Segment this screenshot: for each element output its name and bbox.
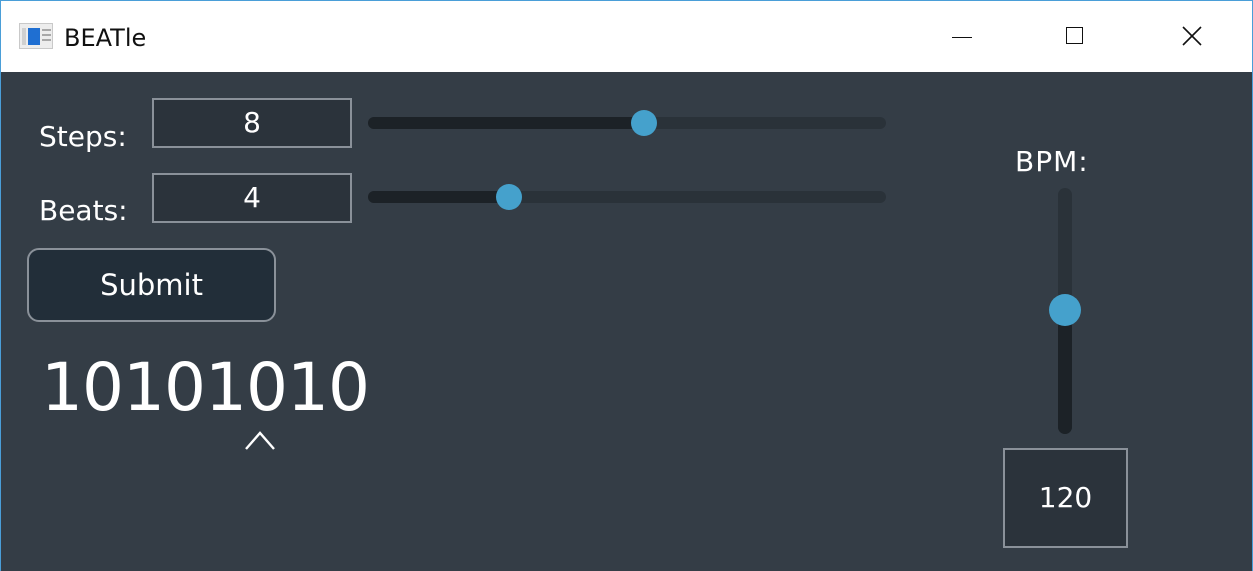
current-step-marker <box>245 431 275 450</box>
bpm-slider-thumb[interactable] <box>1049 294 1081 326</box>
maximize-icon <box>1066 27 1083 44</box>
app-window: BEATle Steps: 8 Beats: 4 Submit 10101010… <box>0 0 1253 571</box>
beats-slider-thumb[interactable] <box>496 184 522 210</box>
main-panel: Steps: 8 Beats: 4 Submit 10101010 BPM: 1… <box>1 72 1252 571</box>
steps-label: Steps: <box>39 120 127 153</box>
window-title: BEATle <box>64 24 147 52</box>
minimize-icon <box>952 37 972 38</box>
submit-button[interactable]: Submit <box>27 248 276 322</box>
beats-slider[interactable] <box>368 191 886 203</box>
steps-slider-fill <box>368 117 644 129</box>
bpm-input[interactable]: 120 <box>1003 448 1128 548</box>
close-button[interactable] <box>1135 1 1250 72</box>
title-bar[interactable]: BEATle <box>1 1 1252 72</box>
beat-pattern: 10101010 <box>41 349 370 426</box>
steps-input[interactable]: 8 <box>152 98 352 148</box>
beats-input[interactable]: 4 <box>152 173 352 223</box>
beats-slider-fill <box>368 191 509 203</box>
app-icon <box>19 23 53 49</box>
beats-label: Beats: <box>39 194 128 227</box>
maximize-button[interactable] <box>1019 1 1134 72</box>
bpm-slider-fill <box>1058 310 1072 434</box>
bpm-label: BPM: <box>1015 145 1089 178</box>
steps-slider[interactable] <box>368 117 886 129</box>
minimize-button[interactable] <box>904 1 1019 72</box>
close-icon <box>1182 26 1202 46</box>
steps-slider-thumb[interactable] <box>631 110 657 136</box>
